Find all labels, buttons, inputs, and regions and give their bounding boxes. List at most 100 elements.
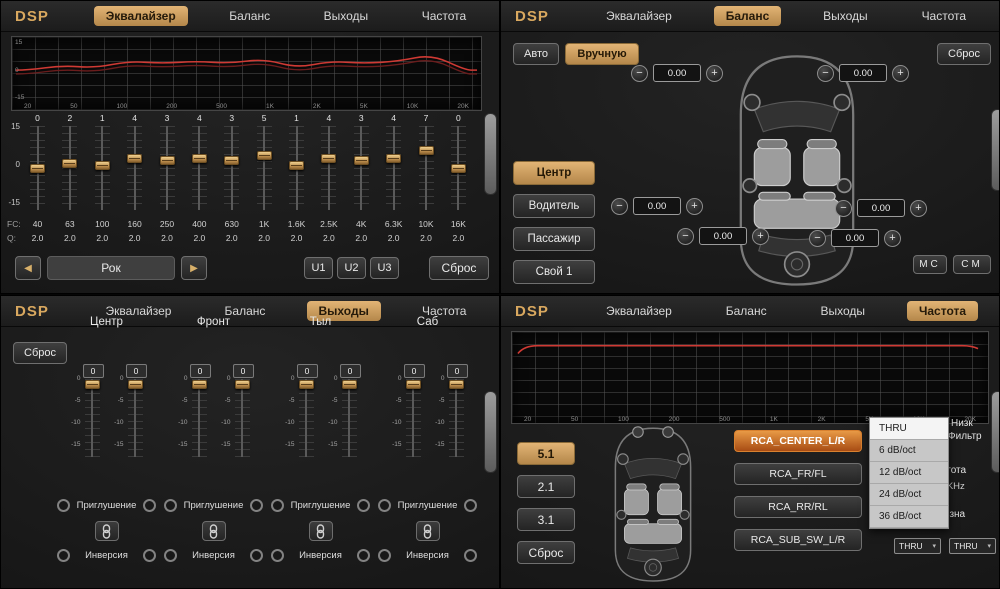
link-channels-button[interactable]: [309, 521, 333, 541]
invert-toggle-left[interactable]: [271, 549, 284, 562]
eq-band-slider[interactable]: [30, 126, 45, 210]
invert-toggle-right[interactable]: [143, 549, 156, 562]
mute-toggle-left[interactable]: [164, 499, 177, 512]
eq-slider-handle[interactable]: [62, 159, 77, 168]
preset-display[interactable]: Рок: [47, 256, 175, 280]
eq-band-slider[interactable]: [224, 126, 239, 210]
mode-31-button[interactable]: 3.1: [517, 508, 575, 531]
output-slider-right[interactable]: [342, 379, 357, 457]
scroll-indicator[interactable]: [484, 391, 497, 473]
mute-toggle-left[interactable]: [378, 499, 391, 512]
slope-select-left[interactable]: THRU ▾: [894, 538, 941, 554]
plus-button[interactable]: +: [752, 228, 769, 245]
plus-button[interactable]: +: [686, 198, 703, 215]
prev-preset-button[interactable]: ◀: [15, 256, 41, 280]
output-slider-handle[interactable]: [235, 380, 250, 389]
output-slider-left[interactable]: [192, 379, 207, 457]
rca-rear-button[interactable]: RCA_RR/RL: [734, 496, 862, 518]
tab-balance[interactable]: Баланс: [714, 6, 782, 26]
minus-button[interactable]: −: [631, 65, 648, 82]
eq-slider-handle[interactable]: [419, 146, 434, 155]
dropdown-option[interactable]: 6 dB/oct: [870, 440, 948, 462]
invert-toggle-right[interactable]: [357, 549, 370, 562]
dropdown-option[interactable]: 12 dB/oct: [870, 462, 948, 484]
output-slider-handle[interactable]: [299, 380, 314, 389]
eq-band-slider[interactable]: [289, 126, 304, 210]
eq-slider-handle[interactable]: [127, 154, 142, 163]
link-channels-button[interactable]: [202, 521, 226, 541]
tab-balance[interactable]: Баланс: [714, 301, 779, 321]
minus-button[interactable]: −: [809, 230, 826, 247]
output-slider-right[interactable]: [235, 379, 250, 457]
eq-band-slider[interactable]: [451, 126, 466, 210]
dropdown-option[interactable]: 36 dB/oct: [870, 506, 948, 528]
mute-toggle-right[interactable]: [357, 499, 370, 512]
eq-band-slider[interactable]: [386, 126, 401, 210]
position-passenger-button[interactable]: Пассажир: [513, 227, 595, 251]
output-slider-right[interactable]: [449, 379, 464, 457]
tab-equalizer[interactable]: Эквалайзер: [594, 301, 684, 321]
dropdown-option[interactable]: 24 dB/oct: [870, 484, 948, 506]
reset-button[interactable]: Сброс: [517, 541, 575, 564]
eq-slider-handle[interactable]: [451, 164, 466, 173]
mc-button[interactable]: MC: [913, 255, 947, 274]
eq-band-slider[interactable]: [321, 126, 336, 210]
scroll-indicator[interactable]: [991, 391, 1000, 473]
tab-frequency[interactable]: Частота: [907, 301, 978, 321]
next-preset-button[interactable]: ▶: [181, 256, 207, 280]
reset-button[interactable]: Сброс: [429, 256, 489, 280]
tab-equalizer[interactable]: Эквалайзер: [594, 6, 684, 26]
invert-toggle-left[interactable]: [164, 549, 177, 562]
user-preset-3-button[interactable]: U3: [370, 257, 399, 279]
eq-slider-handle[interactable]: [354, 156, 369, 165]
rca-front-button[interactable]: RCA_FR/FL: [734, 463, 862, 485]
plus-button[interactable]: +: [910, 200, 927, 217]
tab-outputs[interactable]: Выходы: [811, 6, 880, 26]
scroll-indicator[interactable]: [991, 109, 1000, 191]
output-slider-left[interactable]: [85, 379, 100, 457]
output-slider-handle[interactable]: [342, 380, 357, 389]
eq-band-slider[interactable]: [419, 126, 434, 210]
output-slider-left[interactable]: [299, 379, 314, 457]
user-preset-1-button[interactable]: U1: [304, 257, 333, 279]
user-preset-2-button[interactable]: U2: [337, 257, 366, 279]
tab-equalizer[interactable]: Эквалайзер: [94, 6, 188, 26]
output-slider-handle[interactable]: [192, 380, 207, 389]
dropdown-option[interactable]: THRU: [870, 418, 948, 440]
position-driver-button[interactable]: Водитель: [513, 194, 595, 218]
minus-button[interactable]: −: [835, 200, 852, 217]
minus-button[interactable]: −: [677, 228, 694, 245]
position-custom-button[interactable]: Свой 1: [513, 260, 595, 284]
mute-toggle-right[interactable]: [250, 499, 263, 512]
eq-slider-handle[interactable]: [321, 154, 336, 163]
eq-slider-handle[interactable]: [192, 154, 207, 163]
mode-21-button[interactable]: 2.1: [517, 475, 575, 498]
mute-toggle-right[interactable]: [143, 499, 156, 512]
eq-slider-handle[interactable]: [160, 156, 175, 165]
eq-slider-handle[interactable]: [289, 161, 304, 170]
output-slider-right[interactable]: [128, 379, 143, 457]
scroll-indicator[interactable]: [484, 113, 497, 195]
eq-slider-handle[interactable]: [30, 164, 45, 173]
reset-button[interactable]: Сброс: [937, 43, 991, 65]
output-slider-handle[interactable]: [406, 380, 421, 389]
tab-outputs[interactable]: Выходы: [809, 301, 878, 321]
tab-balance[interactable]: Баланс: [217, 6, 282, 26]
eq-band-slider[interactable]: [62, 126, 77, 210]
minus-button[interactable]: −: [817, 65, 834, 82]
output-slider-left[interactable]: [406, 379, 421, 457]
link-channels-button[interactable]: [95, 521, 119, 541]
eq-band-slider[interactable]: [257, 126, 272, 210]
mute-toggle-left[interactable]: [271, 499, 284, 512]
link-channels-button[interactable]: [416, 521, 440, 541]
plus-button[interactable]: +: [884, 230, 901, 247]
output-slider-handle[interactable]: [128, 380, 143, 389]
invert-toggle-right[interactable]: [250, 549, 263, 562]
plus-button[interactable]: +: [706, 65, 723, 82]
mode-51-button[interactable]: 5.1: [517, 442, 575, 465]
eq-slider-handle[interactable]: [95, 161, 110, 170]
mute-toggle-left[interactable]: [57, 499, 70, 512]
rca-sub-button[interactable]: RCA_SUB_SW_L/R: [734, 529, 862, 551]
eq-slider-handle[interactable]: [386, 154, 401, 163]
position-center-button[interactable]: Центр: [513, 161, 595, 185]
